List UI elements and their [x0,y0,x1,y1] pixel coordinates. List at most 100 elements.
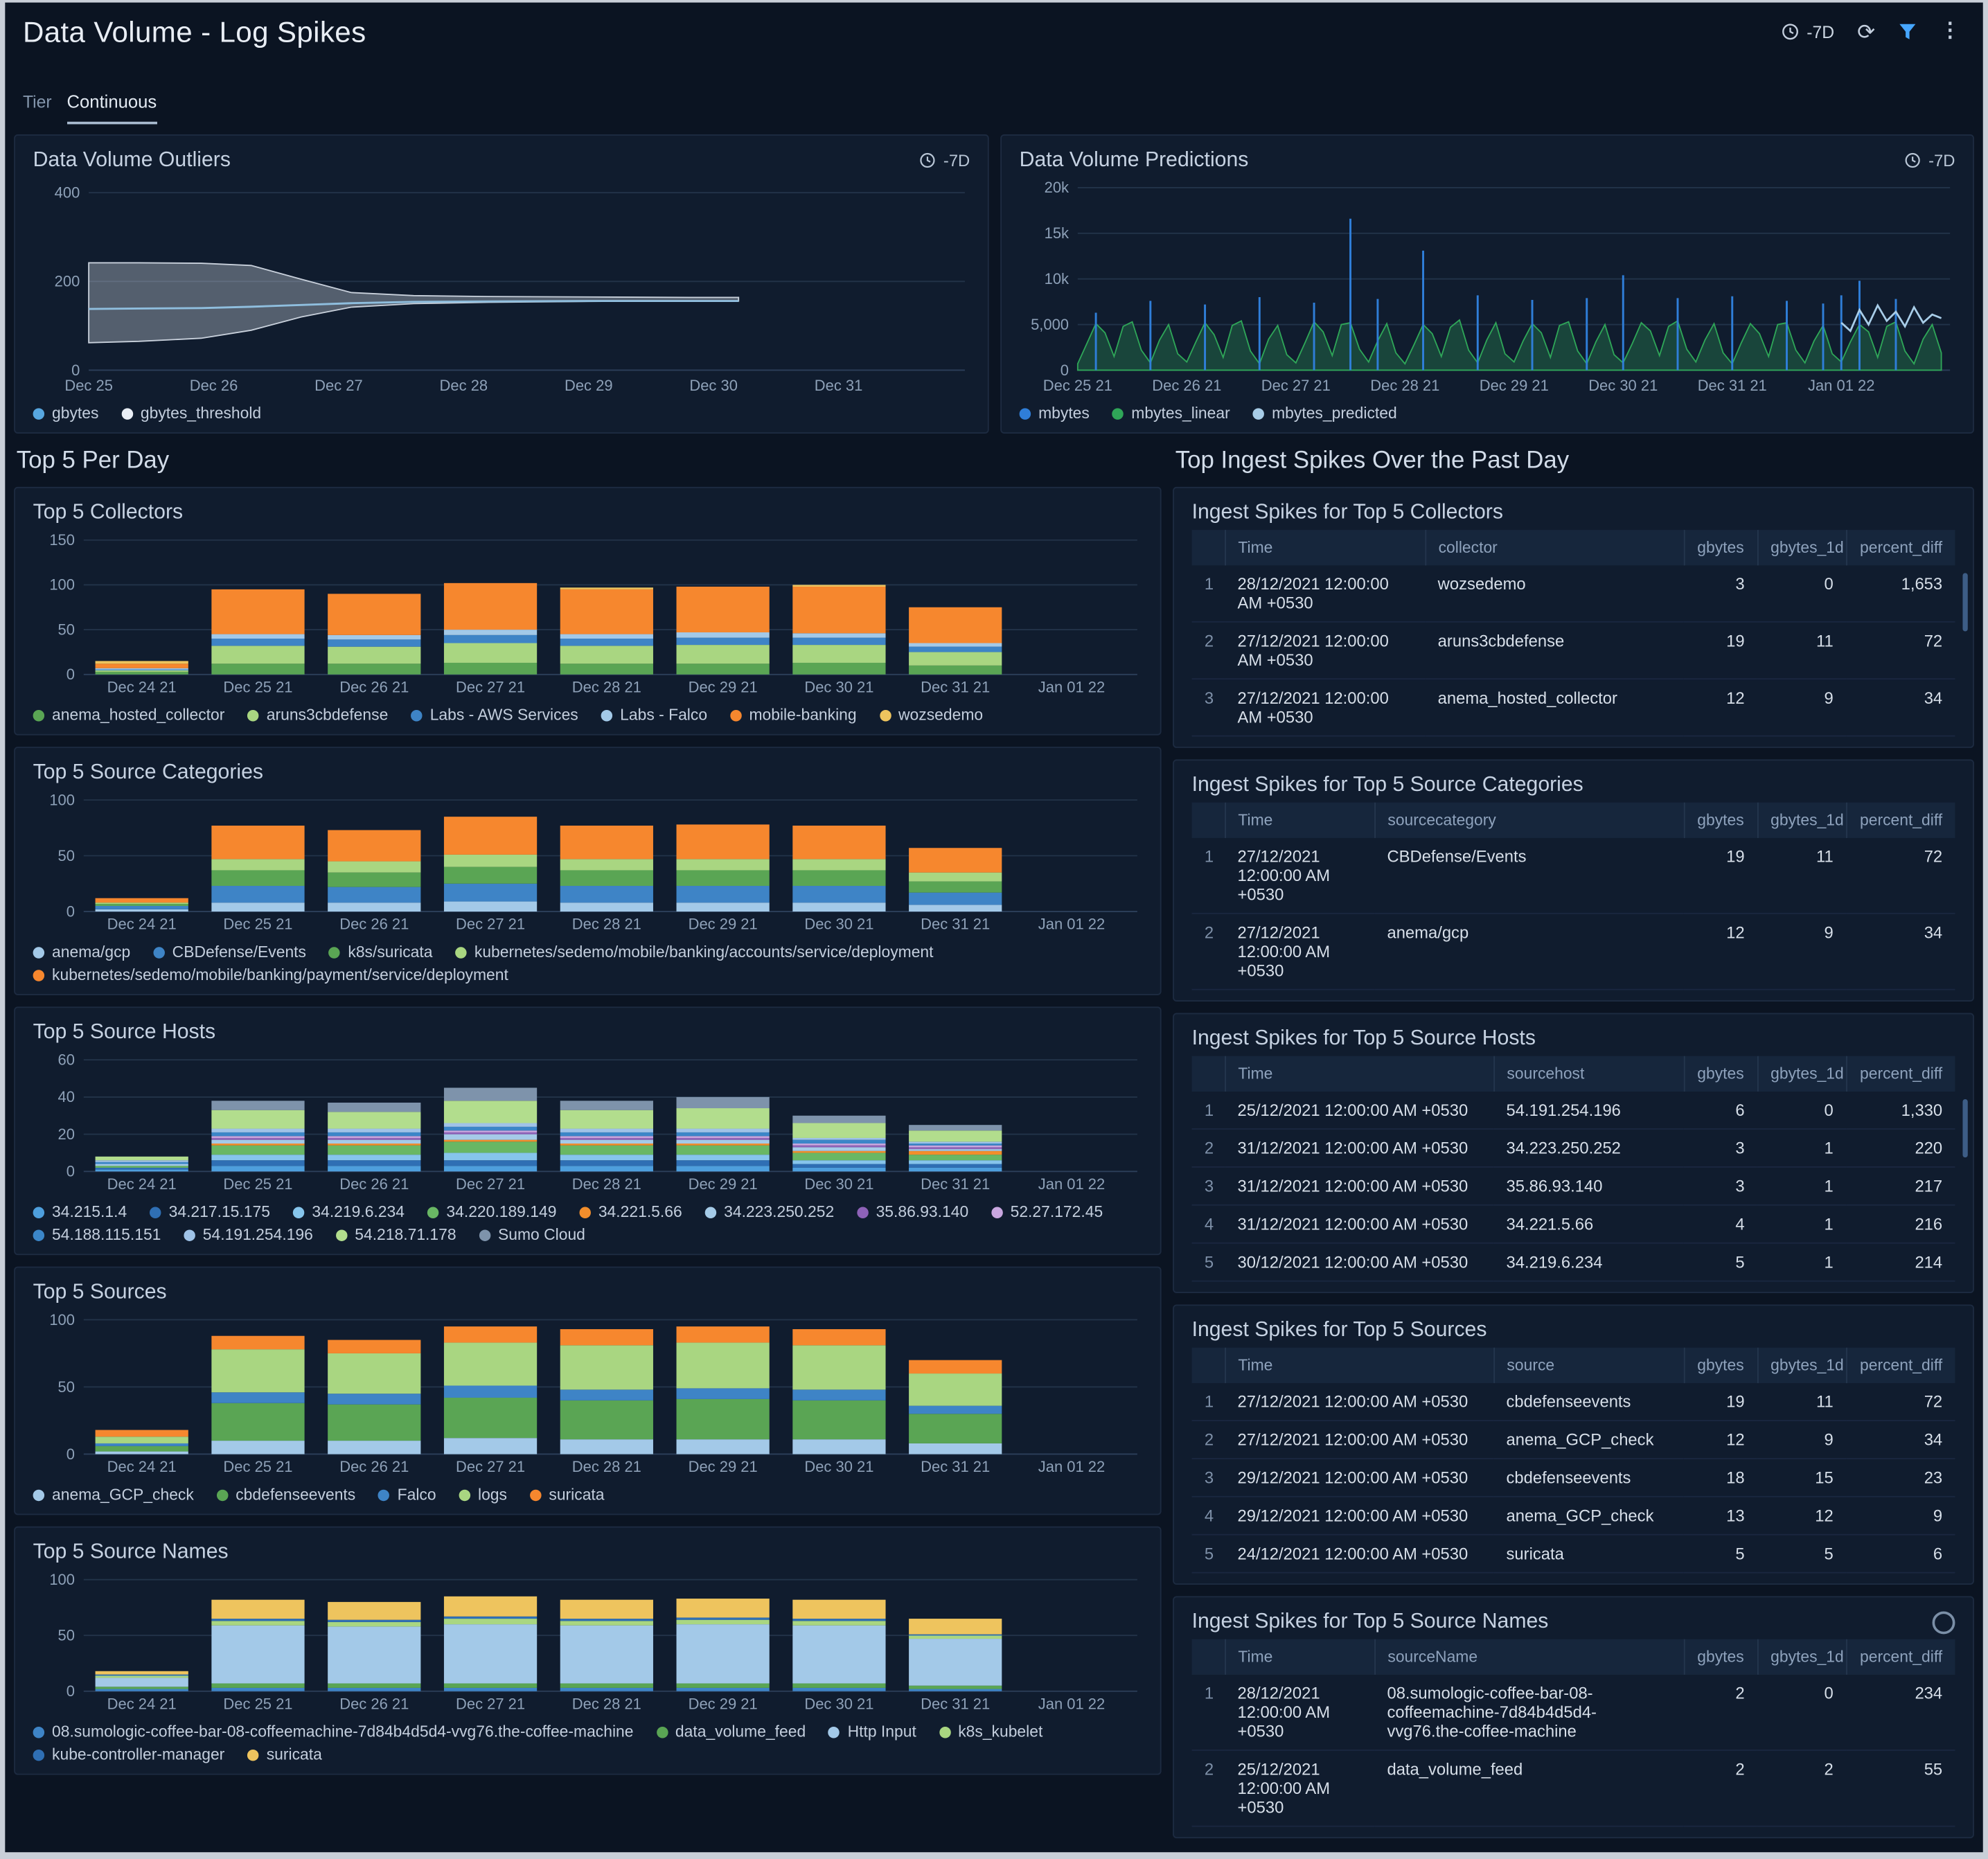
legend-item[interactable]: mbytes_predicted [1253,404,1397,423]
bar-segment[interactable] [909,1160,1002,1164]
column-header[interactable] [1192,530,1225,565]
bar-segment[interactable] [560,1400,653,1439]
filter-icon[interactable] [1898,23,1917,41]
bar-segment[interactable] [792,1116,885,1123]
legend-item[interactable]: mbytes_linear [1112,404,1230,423]
bar-segment[interactable] [211,1621,304,1625]
bar-segment[interactable] [560,1688,653,1691]
bar-segment[interactable] [444,1619,537,1624]
bar-segment[interactable] [677,1688,770,1691]
bar-segment[interactable] [211,1140,304,1144]
bar-segment[interactable] [328,1626,420,1683]
column-header[interactable]: percent_diff [1846,1639,1955,1675]
bar-segment[interactable] [96,661,188,664]
table-row[interactable]: 128/12/2021 12:00:00 AM +053008.sumologi… [1192,1675,1955,1750]
bar-segment[interactable] [909,1639,1002,1686]
bar-segment[interactable] [792,585,885,587]
bar-segment[interactable] [792,1144,885,1146]
bar-segment[interactable] [444,902,537,911]
bar-segment[interactable] [444,1123,537,1126]
bar-segment[interactable] [211,589,304,634]
bar-segment[interactable] [96,1162,188,1164]
column-header[interactable]: Time [1225,530,1425,565]
bar-segment[interactable] [211,1160,304,1166]
legend-item[interactable]: mbytes [1020,404,1090,423]
column-header[interactable]: gbytes [1684,530,1757,565]
bar-segment[interactable] [444,1160,537,1166]
bar-segment[interactable] [444,1130,537,1132]
bar-segment[interactable] [211,1110,304,1129]
bar-segment[interactable] [909,1689,1002,1691]
column-header[interactable] [1192,1639,1225,1675]
bar-segment[interactable] [96,1430,188,1437]
bar-segment[interactable] [792,1619,885,1621]
column-header[interactable]: Time [1225,1056,1493,1092]
bar-segment[interactable] [792,859,885,870]
column-header[interactable]: gbytes [1684,1639,1757,1675]
bar-segment[interactable] [328,1129,420,1132]
table-row[interactable]: 431/12/2021 12:00:00 AM +053034.221.5.66… [1192,1205,1955,1243]
legend-item[interactable]: Labs - Falco [601,706,707,724]
bar-segment[interactable] [444,1438,537,1454]
legend-item[interactable]: CBDefense/Events [153,943,306,961]
column-header[interactable] [1192,803,1225,838]
legend-item[interactable]: anema_hosted_collector [33,706,225,724]
bar-segment[interactable] [792,1164,885,1168]
legend-item[interactable]: logs [459,1486,507,1504]
bar-segment[interactable] [560,1166,653,1171]
bar-segment[interactable] [560,1138,653,1140]
bar-segment[interactable] [96,909,188,911]
column-header[interactable] [1192,1348,1225,1383]
column-header[interactable]: gbytes_1d [1757,1056,1846,1092]
bar-segment[interactable] [211,1688,304,1691]
column-header[interactable]: percent_diff [1846,1348,1955,1383]
bar-segment[interactable] [560,1389,653,1400]
bar-segment[interactable] [444,1624,537,1683]
bar-segment[interactable] [444,1087,537,1101]
bar-segment[interactable] [792,1140,885,1144]
bar-segment[interactable] [328,594,420,635]
bar-segment[interactable] [909,905,1002,911]
bar-segment[interactable] [560,1683,653,1687]
table-row[interactable]: 128/12/2021 12:00:00 AM +0530wozsedemo30… [1192,565,1955,621]
bar-segment[interactable] [677,664,770,675]
bar-segment[interactable] [444,1342,537,1385]
table-row[interactable]: 331/12/2021 12:00:00 AM +053035.86.93.14… [1192,1167,1955,1205]
bar-segment[interactable] [909,1686,1002,1689]
bar-segment[interactable] [444,635,537,643]
table-row[interactable]: 327/12/2021 12:00:00 AM +0530anema_hoste… [1192,679,1955,736]
legend-item[interactable]: suricata [530,1486,605,1504]
bar-segment[interactable] [560,1345,653,1389]
legend-item[interactable]: kubernetes/sedemo/mobile/banking/account… [455,943,933,961]
bar-segment[interactable] [211,1683,304,1687]
bar-segment[interactable] [677,1683,770,1687]
bar-segment[interactable] [328,1160,420,1166]
bar-segment[interactable] [444,630,537,635]
bar-segment[interactable] [328,1112,420,1128]
bar-segment[interactable] [792,1151,885,1153]
bar-segment[interactable] [328,639,420,646]
bar-segment[interactable] [909,1147,1002,1149]
bar-segment[interactable] [328,1602,420,1620]
bar-segment[interactable] [677,1342,770,1388]
bar-segment[interactable] [444,1683,537,1687]
legend-item[interactable]: kube-controller-manager [33,1745,225,1763]
legend-item[interactable]: Http Input [828,1723,916,1741]
column-header[interactable]: gbytes_1d [1757,530,1846,565]
bar-segment[interactable] [909,607,1002,643]
legend-item[interactable]: k8s_kubelet [939,1723,1043,1741]
table-row[interactable]: 125/12/2021 12:00:00 AM +053054.191.254.… [1192,1092,1955,1129]
bar-segment[interactable] [328,1155,420,1160]
legend-item[interactable]: 34.221.5.66 [579,1203,682,1221]
bar-segment[interactable] [328,1620,420,1622]
legend-item[interactable]: 08.sumologic-coffee-bar-08-coffeemachine… [33,1723,634,1741]
bar-segment[interactable] [444,663,537,675]
bar-segment[interactable] [444,1386,537,1398]
bar-segment[interactable] [909,1406,1002,1414]
column-header[interactable]: gbytes [1684,803,1757,838]
table-row[interactable]: 429/12/2021 12:00:00 AM +0530anema_GCP_c… [1192,1497,1955,1535]
bar-segment[interactable] [792,1153,885,1160]
bar-segment[interactable] [560,886,653,902]
bar-segment[interactable] [677,859,770,870]
column-header[interactable] [1192,1056,1225,1092]
